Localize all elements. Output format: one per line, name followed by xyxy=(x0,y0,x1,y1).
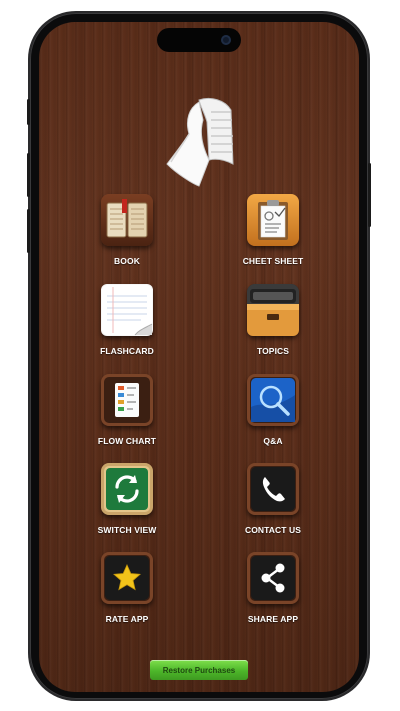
notepad-icon-frame xyxy=(101,284,153,336)
flowchart-icon xyxy=(115,383,139,417)
tile-book[interactable]: BOOK xyxy=(79,194,175,274)
notepad-icon xyxy=(102,285,153,336)
book-icon xyxy=(106,199,148,238)
clipboard-icon xyxy=(258,200,288,240)
tile-flow-chart-label: FLOW CHART xyxy=(97,436,157,446)
app-screen: BOOK CHEET SHEET FLASHCARD TOPICS FLOW C… xyxy=(39,22,359,692)
phone-icon xyxy=(251,467,295,511)
tile-share-app-label: SHARE APP xyxy=(247,614,299,624)
tile-topics[interactable]: TOPICS xyxy=(225,284,321,364)
share-icon xyxy=(251,556,295,600)
tile-flashcard-label: FLASHCARD xyxy=(100,346,154,356)
tile-flow-chart[interactable]: FLOW CHART xyxy=(79,374,175,454)
tile-switch-view-label: SWITCH VIEW xyxy=(97,525,157,535)
tile-cheet-sheet[interactable]: CHEET SHEET xyxy=(225,194,321,274)
magnifier-icon-frame xyxy=(247,374,299,426)
refresh-icon xyxy=(106,468,148,510)
volume-up-button xyxy=(27,153,30,197)
star-icon xyxy=(105,556,149,600)
tile-cheet-sheet-label: CHEET SHEET xyxy=(242,256,304,266)
clipboard-icon-frame xyxy=(247,194,299,246)
book-icon-frame xyxy=(101,194,153,246)
tile-q-and-a-label: Q&A xyxy=(263,436,283,446)
star-icon-frame xyxy=(101,552,153,604)
drawer-icon xyxy=(247,284,299,336)
barrister-wig-logo-icon xyxy=(166,97,234,187)
share-icon-frame xyxy=(247,552,299,604)
phone-icon-frame xyxy=(247,463,299,515)
tile-rate-app-label: RATE APP xyxy=(105,614,149,624)
drawer-icon-frame xyxy=(247,284,299,336)
tile-book-label: BOOK xyxy=(114,256,140,266)
tile-contact-us[interactable]: CONTACT US xyxy=(225,463,321,543)
magnifier-icon xyxy=(251,378,295,422)
tile-contact-us-label: CONTACT US xyxy=(244,525,302,535)
tile-share-app[interactable]: SHARE APP xyxy=(225,552,321,632)
volume-down-button xyxy=(27,209,30,253)
dynamic-island xyxy=(157,28,241,52)
power-button xyxy=(368,163,371,227)
tile-switch-view[interactable]: SWITCH VIEW xyxy=(79,463,175,543)
tile-rate-app[interactable]: RATE APP xyxy=(79,552,175,632)
flowchart-icon-frame xyxy=(101,374,153,426)
refresh-icon-frame xyxy=(101,463,153,515)
action-button xyxy=(27,99,30,125)
restore-purchases-button[interactable]: Restore Purchases xyxy=(150,660,248,680)
tile-flashcard[interactable]: FLASHCARD xyxy=(79,284,175,364)
camera-icon xyxy=(221,35,231,45)
tile-topics-label: TOPICS xyxy=(256,346,290,356)
tile-q-and-a[interactable]: Q&A xyxy=(225,374,321,454)
